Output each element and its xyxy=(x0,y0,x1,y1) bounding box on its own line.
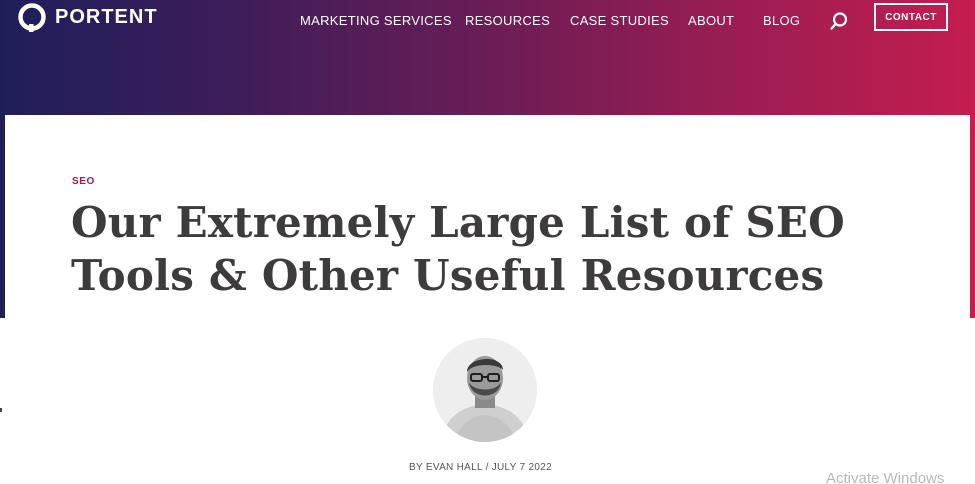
nav-item-case-studies[interactable]: CASE STUDIES xyxy=(570,13,669,28)
logo-wordmark: PORTENT xyxy=(55,5,158,28)
nav-item-resources[interactable]: RESOURCES xyxy=(465,13,550,28)
portent-ring-logo-icon xyxy=(17,2,47,32)
article-title: Our Extremely Large List of SEO Tools & … xyxy=(71,198,845,300)
site-header: PORTENT MARKETING SERVICES RESOURCES CAS… xyxy=(0,0,975,40)
logo-link[interactable]: PORTENT xyxy=(17,0,158,34)
page: PORTENT MARKETING SERVICES RESOURCES CAS… xyxy=(0,0,975,484)
nav-item-about[interactable]: ABOUT xyxy=(688,13,734,28)
contact-button[interactable]: CONTACT xyxy=(874,3,948,31)
nav-item-blog[interactable]: BLOG xyxy=(763,13,800,28)
author-avatar-photo xyxy=(433,338,537,442)
search-button[interactable] xyxy=(829,11,849,31)
author-avatar xyxy=(433,338,537,442)
byline-text: BY EVAN HALL / JULY 7 2022 xyxy=(409,462,552,473)
os-activation-watermark: Activate Windows xyxy=(826,470,945,484)
nav-item-marketing-services[interactable]: MARKETING SERVICES xyxy=(300,13,452,28)
search-icon xyxy=(830,12,848,30)
category-tag[interactable]: SEO xyxy=(72,176,95,187)
left-edge-marker xyxy=(0,408,2,412)
